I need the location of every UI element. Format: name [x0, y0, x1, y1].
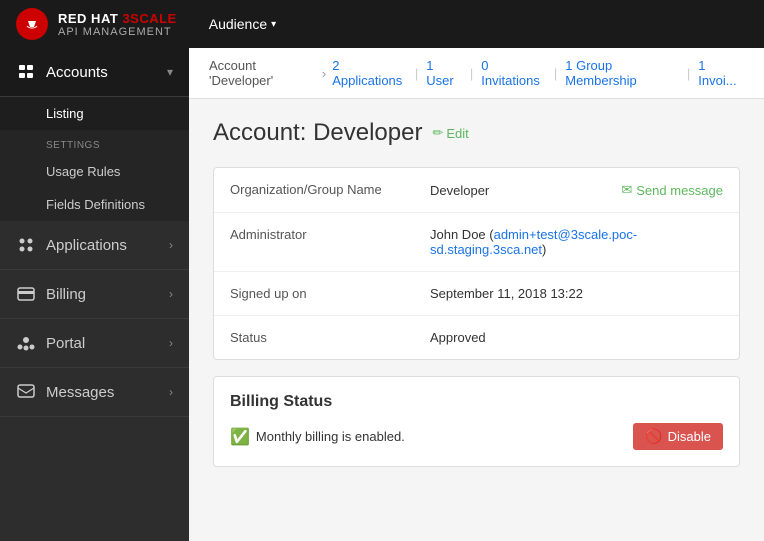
logo-area: RED HAT 3SCALE API MANAGEMENT	[16, 8, 177, 40]
portal-label: Portal	[46, 335, 169, 352]
brand-name: RED HAT 3SCALE	[58, 11, 177, 26]
billing-icon	[16, 284, 36, 304]
breadcrumb-separator: ›	[322, 66, 326, 81]
sidebar-item-messages[interactable]: Messages ›	[0, 368, 189, 417]
info-table: Organization/Group Name Developer ✉ Send…	[214, 168, 739, 359]
org-value: Developer	[430, 183, 489, 198]
settings-section-label: Settings	[0, 130, 189, 155]
signup-label: Signed up on	[214, 272, 414, 316]
main-layout: Accounts ▾ Listing Settings Usage Rules …	[0, 48, 764, 541]
accounts-submenu: Listing Settings Usage Rules Fields Defi…	[0, 97, 189, 221]
sidebar-item-billing[interactable]: Billing ›	[0, 270, 189, 319]
status-value: Approved	[414, 316, 739, 360]
breadcrumb-divider-1: |	[415, 66, 418, 81]
table-row: Administrator John Doe (admin+test@3scal…	[214, 213, 739, 272]
breadcrumb-account: Account 'Developer'	[209, 58, 316, 88]
admin-name: John Doe (	[430, 227, 494, 242]
billing-enabled-status: ✅ Monthly billing is enabled.	[230, 427, 405, 447]
breadcrumb-group-link[interactable]: 1 Group Membership	[565, 58, 679, 88]
billing-title: Billing Status	[230, 393, 723, 411]
applications-chevron-icon: ›	[169, 238, 173, 252]
sidebar-sub-listing[interactable]: Listing	[0, 97, 189, 130]
table-row: Status Approved	[214, 316, 739, 360]
messages-icon	[16, 382, 36, 402]
audience-label: Audience	[209, 16, 267, 32]
brand-tagline: API MANAGEMENT	[58, 26, 177, 38]
org-message-row: Developer ✉ Send message	[430, 182, 723, 198]
billing-label: Billing	[46, 286, 169, 303]
applications-icon	[16, 235, 36, 255]
audience-menu[interactable]: Audience ▾	[209, 16, 276, 32]
breadcrumb-divider-3: |	[554, 66, 557, 81]
billing-status-card: Billing Status ✅ Monthly billing is enab…	[213, 376, 740, 467]
redhat-logo-icon	[16, 8, 48, 40]
accounts-icon	[16, 62, 36, 82]
messages-chevron-icon: ›	[169, 385, 173, 399]
breadcrumb-invoice-link[interactable]: 1 Invoi...	[698, 58, 744, 88]
billing-status-text: Monthly billing is enabled.	[256, 429, 405, 444]
sidebar-item-accounts[interactable]: Accounts ▾	[0, 48, 189, 97]
table-row: Organization/Group Name Developer ✉ Send…	[214, 168, 739, 213]
breadcrumb-invitations-link[interactable]: 0 Invitations	[481, 58, 546, 88]
send-message-icon: ✉	[621, 182, 632, 198]
sidebar-item-applications[interactable]: Applications ›	[0, 221, 189, 270]
sidebar: Accounts ▾ Listing Settings Usage Rules …	[0, 48, 189, 541]
breadcrumb-user-link[interactable]: 1 User	[426, 58, 462, 88]
check-icon: ✅	[230, 427, 250, 447]
billing-row: ✅ Monthly billing is enabled. 🚫 Disable	[230, 423, 723, 450]
accounts-chevron-icon: ▾	[167, 65, 173, 79]
top-nav: RED HAT 3SCALE API MANAGEMENT Audience ▾	[0, 0, 764, 48]
account-info-card: Organization/Group Name Developer ✉ Send…	[213, 167, 740, 360]
main-content: Account 'Developer' › 2 Applications | 1…	[189, 48, 764, 541]
disable-icon: 🚫	[645, 428, 662, 445]
edit-button[interactable]: ✏ Edit	[432, 125, 468, 141]
signup-value: September 11, 2018 13:22	[414, 272, 739, 316]
accounts-label: Accounts	[46, 64, 167, 81]
billing-chevron-icon: ›	[169, 287, 173, 301]
portal-chevron-icon: ›	[169, 336, 173, 350]
brand-text: RED HAT 3SCALE API MANAGEMENT	[58, 11, 177, 38]
portal-icon	[16, 333, 36, 353]
breadcrumb: Account 'Developer' › 2 Applications | 1…	[189, 48, 764, 99]
sidebar-sub-usage-rules[interactable]: Usage Rules	[0, 155, 189, 188]
org-value-cell: Developer ✉ Send message	[414, 168, 739, 213]
page-title: Account: Developer	[213, 119, 422, 147]
admin-value-cell: John Doe (admin+test@3scale.poc-sd.stagi…	[414, 213, 739, 272]
table-row: Signed up on September 11, 2018 13:22	[214, 272, 739, 316]
page-body: Account: Developer ✏ Edit Organization/G…	[189, 99, 764, 487]
breadcrumb-divider-4: |	[687, 66, 690, 81]
breadcrumb-divider-2: |	[470, 66, 473, 81]
admin-close-paren: )	[542, 242, 546, 257]
breadcrumb-applications-link[interactable]: 2 Applications	[332, 58, 407, 88]
status-label: Status	[214, 316, 414, 360]
org-label: Organization/Group Name	[214, 168, 414, 213]
sidebar-item-portal[interactable]: Portal ›	[0, 319, 189, 368]
applications-label: Applications	[46, 237, 169, 254]
admin-label: Administrator	[214, 213, 414, 272]
messages-label: Messages	[46, 384, 169, 401]
page-title-row: Account: Developer ✏ Edit	[213, 119, 740, 147]
disable-billing-button[interactable]: 🚫 Disable	[633, 423, 723, 450]
sidebar-sub-fields-definitions[interactable]: Fields Definitions	[0, 188, 189, 221]
audience-chevron-icon: ▾	[271, 19, 276, 30]
disable-label: Disable	[668, 429, 711, 444]
edit-icon: ✏	[432, 125, 443, 141]
send-message-link[interactable]: ✉ Send message	[621, 182, 723, 198]
